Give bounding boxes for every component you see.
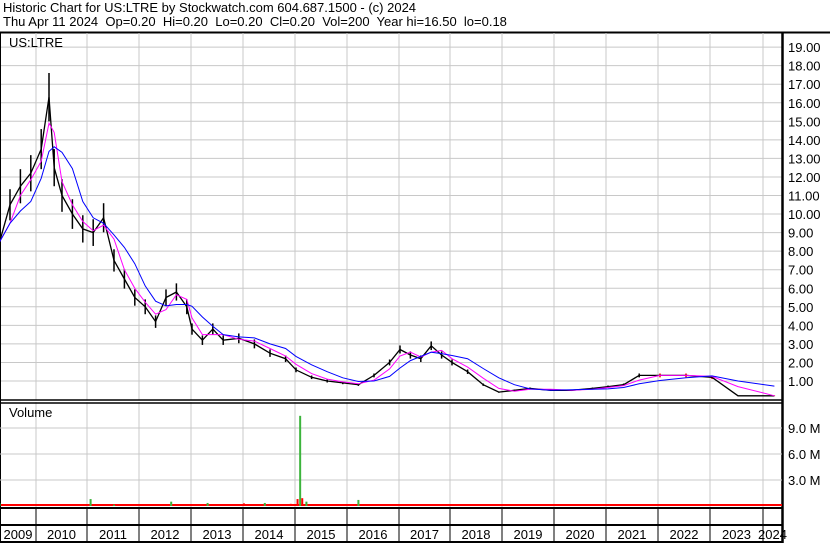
volume-bar (555, 505, 557, 506)
volume-label: Volume (9, 405, 52, 420)
volume-bar (170, 501, 173, 506)
price-tick-label: 18.00 (788, 59, 821, 74)
price-tick-label: 2.00 (788, 355, 813, 370)
chart-canvas: 1.00 2.00 3.00 4.00 5.00 6.00 7.00 8.00 9.00 10.0… (0, 31, 830, 543)
volume-bar (301, 498, 304, 506)
price-tick-label: 1.00 (788, 374, 813, 389)
price-tick-label: 8.00 (788, 244, 813, 259)
volume-baseline-bars (1, 504, 782, 506)
volume-tick-label: 3.0 M (788, 473, 821, 488)
year-label: 2010 (47, 527, 76, 542)
volume-bar (263, 502, 266, 506)
price-tick-label: 5.00 (788, 300, 813, 315)
volume-bar (289, 503, 292, 506)
year-label: 2023 (722, 527, 751, 542)
volume-bar (0, 503, 1, 506)
year-label: 2022 (670, 527, 699, 542)
volume-bar (357, 499, 360, 506)
year-label: 2020 (566, 527, 595, 542)
year-label: 2013 (203, 527, 232, 542)
year-label: 2012 (151, 527, 180, 542)
volume-bar (373, 504, 375, 506)
price-tick-label: 19.00 (788, 40, 821, 55)
price-tick-label: 6.00 (788, 281, 813, 296)
price-tick-label: 9.00 (788, 226, 813, 241)
price-tick-label: 17.00 (788, 77, 821, 92)
volume-bar (50, 504, 53, 506)
volume-bar (14, 504, 17, 506)
volume-bar (299, 415, 302, 506)
volume-bar (206, 502, 209, 506)
volume-bar (451, 505, 453, 506)
year-label: 2017 (410, 527, 439, 542)
volume-bar (296, 499, 299, 506)
volume-bar (222, 504, 225, 506)
volume-tick-label: 6.0 M (788, 447, 821, 462)
price-tick-label: 14.00 (788, 133, 821, 148)
volume-bar (607, 505, 609, 506)
price-tick-label: 11.00 (788, 189, 820, 204)
year-label: 2016 (359, 527, 388, 542)
volume-bar (399, 505, 401, 506)
volume-bar (113, 504, 115, 506)
year-label: 2011 (99, 527, 127, 542)
price-tick-label: 7.00 (788, 263, 813, 278)
price-tick-label: 10.00 (788, 207, 821, 222)
price-tick-label: 13.00 (788, 151, 821, 166)
price-tick-label: 16.00 (788, 96, 821, 111)
volume-bar (89, 499, 92, 506)
year-label: 2015 (307, 527, 336, 542)
price-tick-label: 3.00 (788, 337, 813, 352)
year-label: 2014 (255, 527, 284, 542)
year-label: 2024 (758, 527, 787, 542)
year-label: 2021 (618, 527, 647, 542)
year-label: 2009 (4, 527, 33, 542)
price-tick-label: 15.00 (788, 114, 821, 129)
price-tick-label: 4.00 (788, 318, 813, 333)
volume-bar (503, 505, 505, 506)
volume-tick-label: 9.0 M (788, 421, 821, 436)
volume-bar (347, 504, 349, 506)
volume-bar (305, 501, 308, 506)
year-label: 2019 (514, 527, 543, 542)
volume-bar (159, 504, 162, 506)
volume-bar (243, 503, 245, 506)
year-label: 2018 (462, 527, 491, 542)
stock-chart: Historic Chart for US:LTRE by Stockwatch… (0, 0, 830, 543)
chart-symbol-label: US:LTRE (9, 35, 63, 50)
price-tick-label: 12.00 (788, 170, 821, 185)
